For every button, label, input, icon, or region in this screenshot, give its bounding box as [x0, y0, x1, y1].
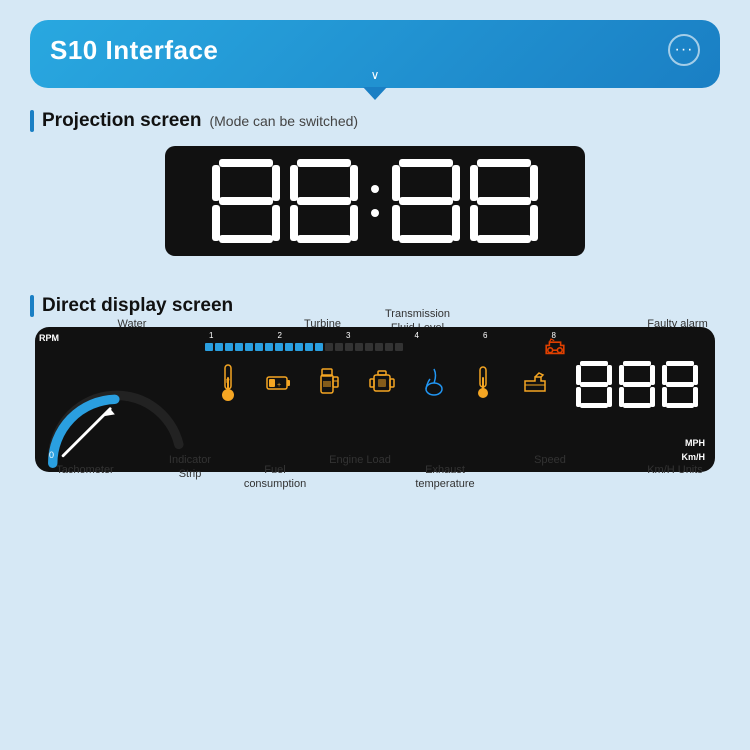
svg-text:+: +: [276, 382, 280, 389]
bar-seg: [275, 343, 283, 351]
bar-num-4: 4: [415, 331, 419, 340]
ann-speed: Speed: [520, 453, 580, 467]
projection-sub: (Mode can be switched): [209, 113, 358, 129]
header-title: S10 Interface: [50, 35, 218, 66]
icons-strip: t° +: [205, 355, 560, 410]
projection-title: Projection screen: [42, 110, 201, 132]
bar-seg: [255, 343, 263, 351]
ann-indicator: Indicator Strip: [160, 453, 220, 482]
bar-num-6: 6: [483, 331, 487, 340]
fuel-icon: [319, 367, 341, 399]
bar-seg: [335, 343, 343, 351]
bar-seg: [385, 343, 393, 351]
bar-numbers: 1 2 3 4 6 8: [205, 331, 560, 340]
bar-seg: [205, 343, 213, 351]
oil-icon: [423, 367, 445, 399]
seg-digit-1: [210, 157, 282, 245]
bar-seg: [295, 343, 303, 351]
rpm-label: RPM: [39, 333, 59, 343]
kmh-label: Km/H: [681, 452, 705, 462]
bar-seg: [245, 343, 253, 351]
section-bar-2: [30, 295, 34, 317]
bar-seg: [355, 343, 363, 351]
seg-digit-3: [390, 157, 462, 245]
speed-seg-3: [660, 360, 700, 440]
speed-seg-2: [617, 360, 657, 440]
bar-seg: [395, 343, 403, 351]
fault-alarm-icon: [543, 337, 567, 357]
ann-exhaust: Exhaust temperature: [410, 463, 480, 492]
oil-can-icon: [521, 371, 549, 395]
bar-num-3: 3: [346, 331, 350, 340]
display-panel: RPM 1 2 3 4 6 8: [35, 327, 715, 472]
header-bubble: S10 Interface ··· ∨: [30, 20, 720, 88]
bar-seg: [305, 343, 313, 351]
zero-label: 0: [49, 450, 54, 460]
svg-text:t°: t°: [225, 379, 230, 385]
bar-seg: [315, 343, 323, 351]
direct-section: Direct display screen Water temperature …: [30, 295, 720, 472]
engine-icon: [368, 369, 396, 397]
bar-num-1: 1: [209, 331, 213, 340]
ann-kmh-units: Km/H Units: [640, 463, 710, 477]
water-temp-icon: t°: [217, 363, 239, 403]
seg-digit-4: [468, 157, 540, 245]
temp-icon: [472, 365, 494, 401]
bar-seg: [365, 343, 373, 351]
direct-title: Direct display screen: [42, 295, 233, 317]
battery-icon: +: [266, 374, 292, 392]
bar-seg: [345, 343, 353, 351]
projection-section: Projection screen (Mode can be switched): [30, 110, 720, 256]
ann-fuel: Fuel consumption: [240, 463, 310, 492]
blue-progress-bar: [205, 341, 560, 353]
ann-engine-load: Engine Load: [325, 453, 395, 467]
speed-seg-1: [574, 360, 614, 440]
projection-label: Projection screen (Mode can be switched): [30, 110, 720, 132]
bar-seg: [265, 343, 273, 351]
chevron-down-icon: ∨: [371, 68, 380, 82]
bar-seg: [285, 343, 293, 351]
bar-num-2: 2: [278, 331, 282, 340]
bar-seg: [225, 343, 233, 351]
bar-seg: [215, 343, 223, 351]
projection-display: [165, 146, 585, 256]
mph-label: MPH: [685, 438, 705, 448]
bar-seg: [235, 343, 243, 351]
dots-button[interactable]: ···: [668, 34, 700, 66]
section-bar: [30, 110, 34, 132]
seg-colon: [366, 157, 384, 245]
bar-seg: [325, 343, 333, 351]
ann-tachometer: Tachometer: [50, 463, 120, 477]
seg-digit-2: [288, 157, 360, 245]
bar-seg: [375, 343, 383, 351]
direct-label: Direct display screen: [30, 295, 720, 317]
